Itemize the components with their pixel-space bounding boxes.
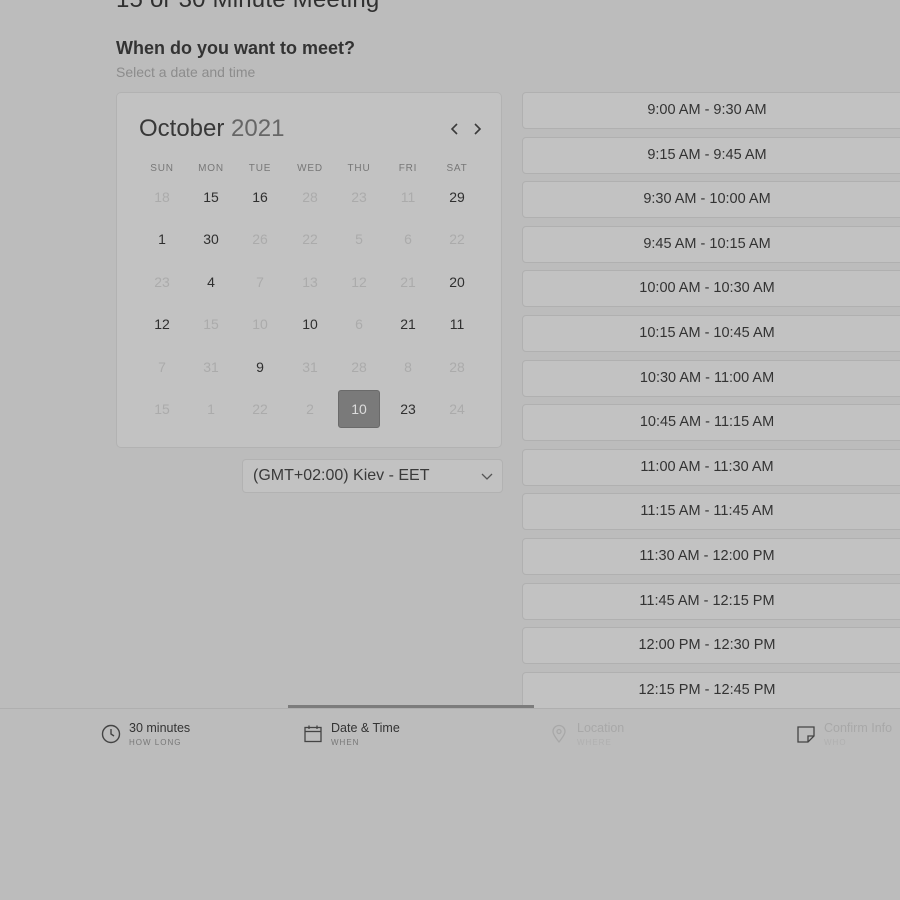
calendar-day: 21 (400, 274, 416, 290)
calendar-day[interactable]: 20 (436, 263, 478, 301)
note-icon (795, 723, 817, 745)
calendar-day: 6 (355, 316, 363, 332)
step-sublabel: WHERE (577, 738, 612, 747)
weekday-label: WED (297, 163, 323, 174)
calendar-day: 23 (154, 274, 170, 290)
calendar-year: 2021 (231, 115, 285, 142)
calendar-day: 13 (302, 274, 318, 290)
weekday-label: SUN (150, 163, 174, 174)
chevron-right-icon (474, 123, 482, 135)
calendar-day-selected[interactable]: 10 (338, 390, 380, 428)
chevron-left-icon (450, 123, 458, 135)
calendar-day: 15 (203, 316, 219, 332)
calendar-day[interactable]: 30 (190, 220, 232, 258)
calendar-day: 11 (400, 189, 416, 205)
step-sublabel: HOW LONG (129, 738, 182, 747)
time-slot-button[interactable]: 11:30 AM - 12:00 PM (522, 538, 900, 575)
calendar-day: 22 (252, 401, 268, 417)
step-sublabel: WHO (824, 738, 847, 747)
step-sublabel: WHEN (331, 738, 360, 747)
chevron-down-icon (481, 473, 493, 480)
next-month-button[interactable] (468, 119, 486, 139)
calendar-day: 23 (351, 189, 367, 205)
weekday-label: FRI (398, 163, 418, 174)
calendar-day: 28 (302, 189, 318, 205)
step-label: Date & Time (331, 721, 400, 735)
calendar-day: 31 (203, 359, 219, 375)
calendar-day[interactable]: 23 (387, 390, 429, 428)
calendar-day: 26 (252, 231, 268, 247)
calendar-day: 7 (158, 359, 166, 375)
step-navigation: 30 minutes HOW LONG Date & Time WHEN Locatio… (0, 708, 900, 761)
calendar-day: 22 (302, 231, 318, 247)
time-slot-button[interactable]: 11:15 AM - 11:45 AM (522, 493, 900, 531)
calendar-day[interactable]: 16 (239, 178, 281, 216)
weekday-label: MON (198, 163, 224, 174)
step-label: Location (577, 721, 625, 735)
calendar-day: 18 (154, 189, 170, 205)
calendar-day: 7 (256, 274, 264, 290)
calendar-icon (302, 723, 324, 745)
time-slot-button[interactable]: 9:30 AM - 10:00 AM (522, 181, 900, 219)
calendar-day[interactable]: 15 (190, 178, 232, 216)
weekday-label: TUE (248, 163, 272, 174)
time-slot-button[interactable]: 10:15 AM - 10:45 AM (522, 315, 900, 352)
time-slot-button[interactable]: 12:00 PM - 12:30 PM (522, 627, 900, 665)
calendar-day: 28 (449, 359, 465, 375)
calendar-day[interactable]: 9 (239, 348, 281, 386)
clock-icon (100, 723, 122, 745)
time-slot-button[interactable]: 11:45 AM - 12:15 PM (522, 582, 900, 620)
step-label: Confirm Info (824, 721, 893, 735)
time-slot-button[interactable]: 10:30 AM - 11:00 AM (522, 359, 900, 397)
calendar-day[interactable]: 12 (141, 305, 183, 343)
calendar-day: 6 (404, 231, 412, 247)
calendar-day: 8 (404, 359, 412, 375)
time-slot-button[interactable]: 10:00 AM - 10:30 AM (522, 270, 900, 308)
calendar-day: 12 (351, 274, 367, 290)
time-slot-button[interactable]: 9:45 AM - 10:15 AM (522, 225, 900, 263)
calendar-day: 22 (449, 231, 465, 247)
time-slot-button[interactable]: 10:45 AM - 11:15 AM (522, 404, 900, 442)
calendar-month-year: October 2021 (139, 115, 284, 143)
calendar-day[interactable]: 29 (436, 178, 478, 216)
location-pin-icon (548, 723, 570, 745)
calendar-day: 24 (449, 401, 465, 417)
page-title: 15 or 30 Minute Meeting (116, 0, 379, 14)
weekday-label: SAT (446, 163, 468, 174)
time-slot-button[interactable]: 9:00 AM - 9:30 AM (522, 92, 900, 129)
prev-month-button[interactable] (446, 119, 464, 139)
timezone-select[interactable]: (GMT+02:00) Kiev - EET (242, 459, 503, 493)
section-subheading: Select a date and time (116, 64, 256, 80)
step-label: 30 minutes (129, 721, 191, 735)
time-slot-button[interactable]: 11:00 AM - 11:30 AM (522, 448, 900, 486)
calendar-day: 2 (306, 401, 314, 417)
calendar-day[interactable]: 1 (141, 220, 183, 258)
calendar-day: 1 (207, 401, 215, 417)
calendar-day: 28 (351, 359, 367, 375)
time-slot-button[interactable]: 12:15 PM - 12:45 PM (522, 671, 900, 709)
calendar-day: 31 (302, 359, 318, 375)
calendar-card: October 2021 SUN MON TUE WED THU FRI SAT 18 15 1… (116, 92, 502, 448)
section-heading: When do you want to meet? (116, 38, 355, 58)
calendar-month: October (139, 115, 225, 142)
time-slot-button[interactable]: 9:15 AM - 9:45 AM (522, 136, 900, 174)
timezone-value: (GMT+02:00) Kiev - EET (253, 467, 430, 484)
weekday-label: THU (347, 163, 371, 174)
calendar-day[interactable]: 21 (387, 305, 429, 343)
calendar-day[interactable]: 11 (436, 305, 478, 343)
calendar-day: 5 (355, 231, 363, 247)
calendar-day[interactable]: 4 (190, 263, 232, 301)
calendar-day: 15 (154, 401, 170, 417)
calendar-day: 10 (252, 316, 268, 332)
calendar-day[interactable]: 10 (289, 305, 331, 343)
